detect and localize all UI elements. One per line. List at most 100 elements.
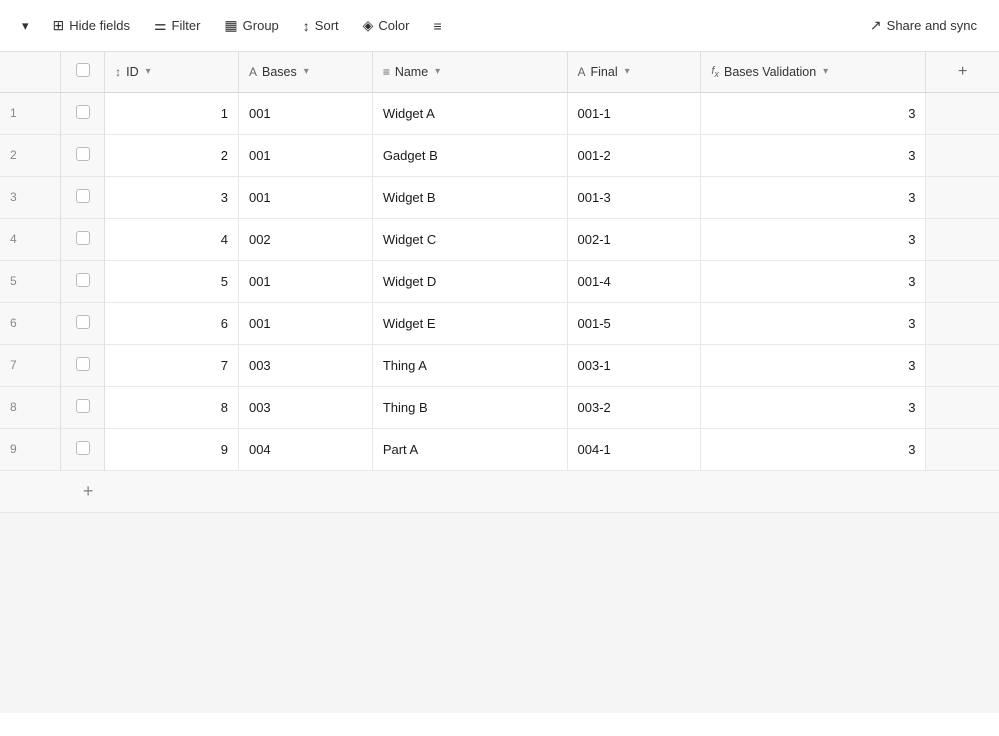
row-checkbox[interactable]: [76, 231, 90, 245]
name-list-icon: ≡: [383, 65, 390, 79]
row-extra-cell: [926, 386, 999, 428]
row-id-cell[interactable]: 5: [105, 260, 239, 302]
row-bases-val-cell[interactable]: 3: [701, 386, 926, 428]
row-final-cell[interactable]: 002-1: [567, 218, 701, 260]
view-switcher-button[interactable]: ▾: [12, 12, 39, 40]
row-name-cell[interactable]: Widget D: [372, 260, 567, 302]
row-checkbox-cell[interactable]: [61, 176, 105, 218]
col-header-bases[interactable]: A Bases ▾: [238, 52, 372, 92]
row-checkbox-cell[interactable]: [61, 218, 105, 260]
checkbox-header[interactable]: [61, 52, 105, 92]
row-bases-val-cell[interactable]: 3: [701, 428, 926, 470]
row-id-cell[interactable]: 2: [105, 134, 239, 176]
table-row: 1 1 001 Widget A 001-1 3: [0, 92, 999, 134]
group-icon: ▦: [224, 17, 237, 34]
row-name-cell[interactable]: Gadget B: [372, 134, 567, 176]
row-checkbox[interactable]: [76, 147, 90, 161]
row-bases-cell[interactable]: 001: [238, 176, 372, 218]
row-bases-cell[interactable]: 003: [238, 344, 372, 386]
row-name-cell[interactable]: Widget B: [372, 176, 567, 218]
row-bases-cell[interactable]: 001: [238, 302, 372, 344]
row-bases-val-cell[interactable]: 3: [701, 218, 926, 260]
row-extra-cell: [926, 218, 999, 260]
row-id-cell[interactable]: 1: [105, 92, 239, 134]
row-final-cell[interactable]: 003-2: [567, 386, 701, 428]
row-extra-cell: [926, 428, 999, 470]
row-height-button[interactable]: ≡: [424, 12, 452, 40]
row-final-cell[interactable]: 001-2: [567, 134, 701, 176]
col-name-label: Name: [395, 65, 428, 79]
row-height-icon: ≡: [434, 18, 442, 34]
share-icon: ↗: [870, 17, 882, 34]
row-bases-val-cell[interactable]: 3: [701, 92, 926, 134]
final-text-icon: A: [578, 65, 586, 79]
row-num-cell: 6: [0, 302, 61, 344]
hide-fields-button[interactable]: ⊞ Hide fields: [43, 11, 140, 40]
row-checkbox[interactable]: [76, 441, 90, 455]
row-name-cell[interactable]: Widget C: [372, 218, 567, 260]
col-header-bases-val[interactable]: fx Bases Validation ▾: [701, 52, 926, 92]
filter-button[interactable]: ⚌ Filter: [144, 11, 210, 40]
row-name-cell[interactable]: Thing B: [372, 386, 567, 428]
col-id-chevron: ▾: [146, 66, 151, 77]
table-header-row: ↕ ID ▾ A Bases ▾ ≡ Name: [0, 52, 999, 92]
row-id-cell[interactable]: 4: [105, 218, 239, 260]
row-num-header: [0, 52, 61, 92]
row-checkbox-cell[interactable]: [61, 428, 105, 470]
row-bases-cell[interactable]: 002: [238, 218, 372, 260]
row-checkbox-cell[interactable]: [61, 302, 105, 344]
row-bases-cell[interactable]: 001: [238, 92, 372, 134]
add-row-button[interactable]: +: [71, 471, 106, 512]
row-name-cell[interactable]: Widget A: [372, 92, 567, 134]
col-header-name[interactable]: ≡ Name ▾: [372, 52, 567, 92]
row-id-cell[interactable]: 8: [105, 386, 239, 428]
row-final-cell[interactable]: 001-1: [567, 92, 701, 134]
row-checkbox[interactable]: [76, 273, 90, 287]
row-final-cell[interactable]: 001-4: [567, 260, 701, 302]
col-header-final[interactable]: A Final ▾: [567, 52, 701, 92]
table-wrapper: ↕ ID ▾ A Bases ▾ ≡ Name: [0, 52, 999, 736]
row-bases-cell[interactable]: 004: [238, 428, 372, 470]
table-row: 2 2 001 Gadget B 001-2 3: [0, 134, 999, 176]
row-checkbox-cell[interactable]: [61, 386, 105, 428]
sort-button[interactable]: ↕ Sort: [293, 12, 349, 40]
row-name-cell[interactable]: Thing A: [372, 344, 567, 386]
row-checkbox[interactable]: [76, 357, 90, 371]
row-checkbox[interactable]: [76, 315, 90, 329]
row-bases-val-cell[interactable]: 3: [701, 176, 926, 218]
row-bases-val-cell[interactable]: 3: [701, 344, 926, 386]
row-checkbox-cell[interactable]: [61, 134, 105, 176]
add-column-button[interactable]: +: [926, 52, 999, 92]
row-bases-val-cell[interactable]: 3: [701, 134, 926, 176]
row-checkbox-cell[interactable]: [61, 92, 105, 134]
table-row: 3 3 001 Widget B 001-3 3: [0, 176, 999, 218]
add-row-cell[interactable]: +: [61, 470, 926, 512]
row-bases-val-cell[interactable]: 3: [701, 302, 926, 344]
row-bases-cell[interactable]: 003: [238, 386, 372, 428]
row-final-cell[interactable]: 001-3: [567, 176, 701, 218]
row-id-cell[interactable]: 7: [105, 344, 239, 386]
col-header-id[interactable]: ↕ ID ▾: [105, 52, 239, 92]
row-bases-cell[interactable]: 001: [238, 260, 372, 302]
row-checkbox[interactable]: [76, 399, 90, 413]
group-button[interactable]: ▦ Group: [214, 11, 288, 40]
row-id-cell[interactable]: 3: [105, 176, 239, 218]
add-row-num: [0, 470, 61, 512]
share-sync-button[interactable]: ↗ Share and sync: [860, 11, 987, 40]
col-bases-chevron: ▾: [304, 66, 309, 77]
row-checkbox-cell[interactable]: [61, 344, 105, 386]
row-checkbox[interactable]: [76, 189, 90, 203]
header-checkbox[interactable]: [76, 63, 90, 77]
row-name-cell[interactable]: Part A: [372, 428, 567, 470]
row-final-cell[interactable]: 004-1: [567, 428, 701, 470]
color-button[interactable]: ◈ Color: [353, 11, 420, 40]
row-checkbox-cell[interactable]: [61, 260, 105, 302]
row-checkbox[interactable]: [76, 105, 90, 119]
row-id-cell[interactable]: 9: [105, 428, 239, 470]
row-final-cell[interactable]: 001-5: [567, 302, 701, 344]
row-final-cell[interactable]: 003-1: [567, 344, 701, 386]
row-bases-cell[interactable]: 001: [238, 134, 372, 176]
row-bases-val-cell[interactable]: 3: [701, 260, 926, 302]
row-name-cell[interactable]: Widget E: [372, 302, 567, 344]
row-id-cell[interactable]: 6: [105, 302, 239, 344]
